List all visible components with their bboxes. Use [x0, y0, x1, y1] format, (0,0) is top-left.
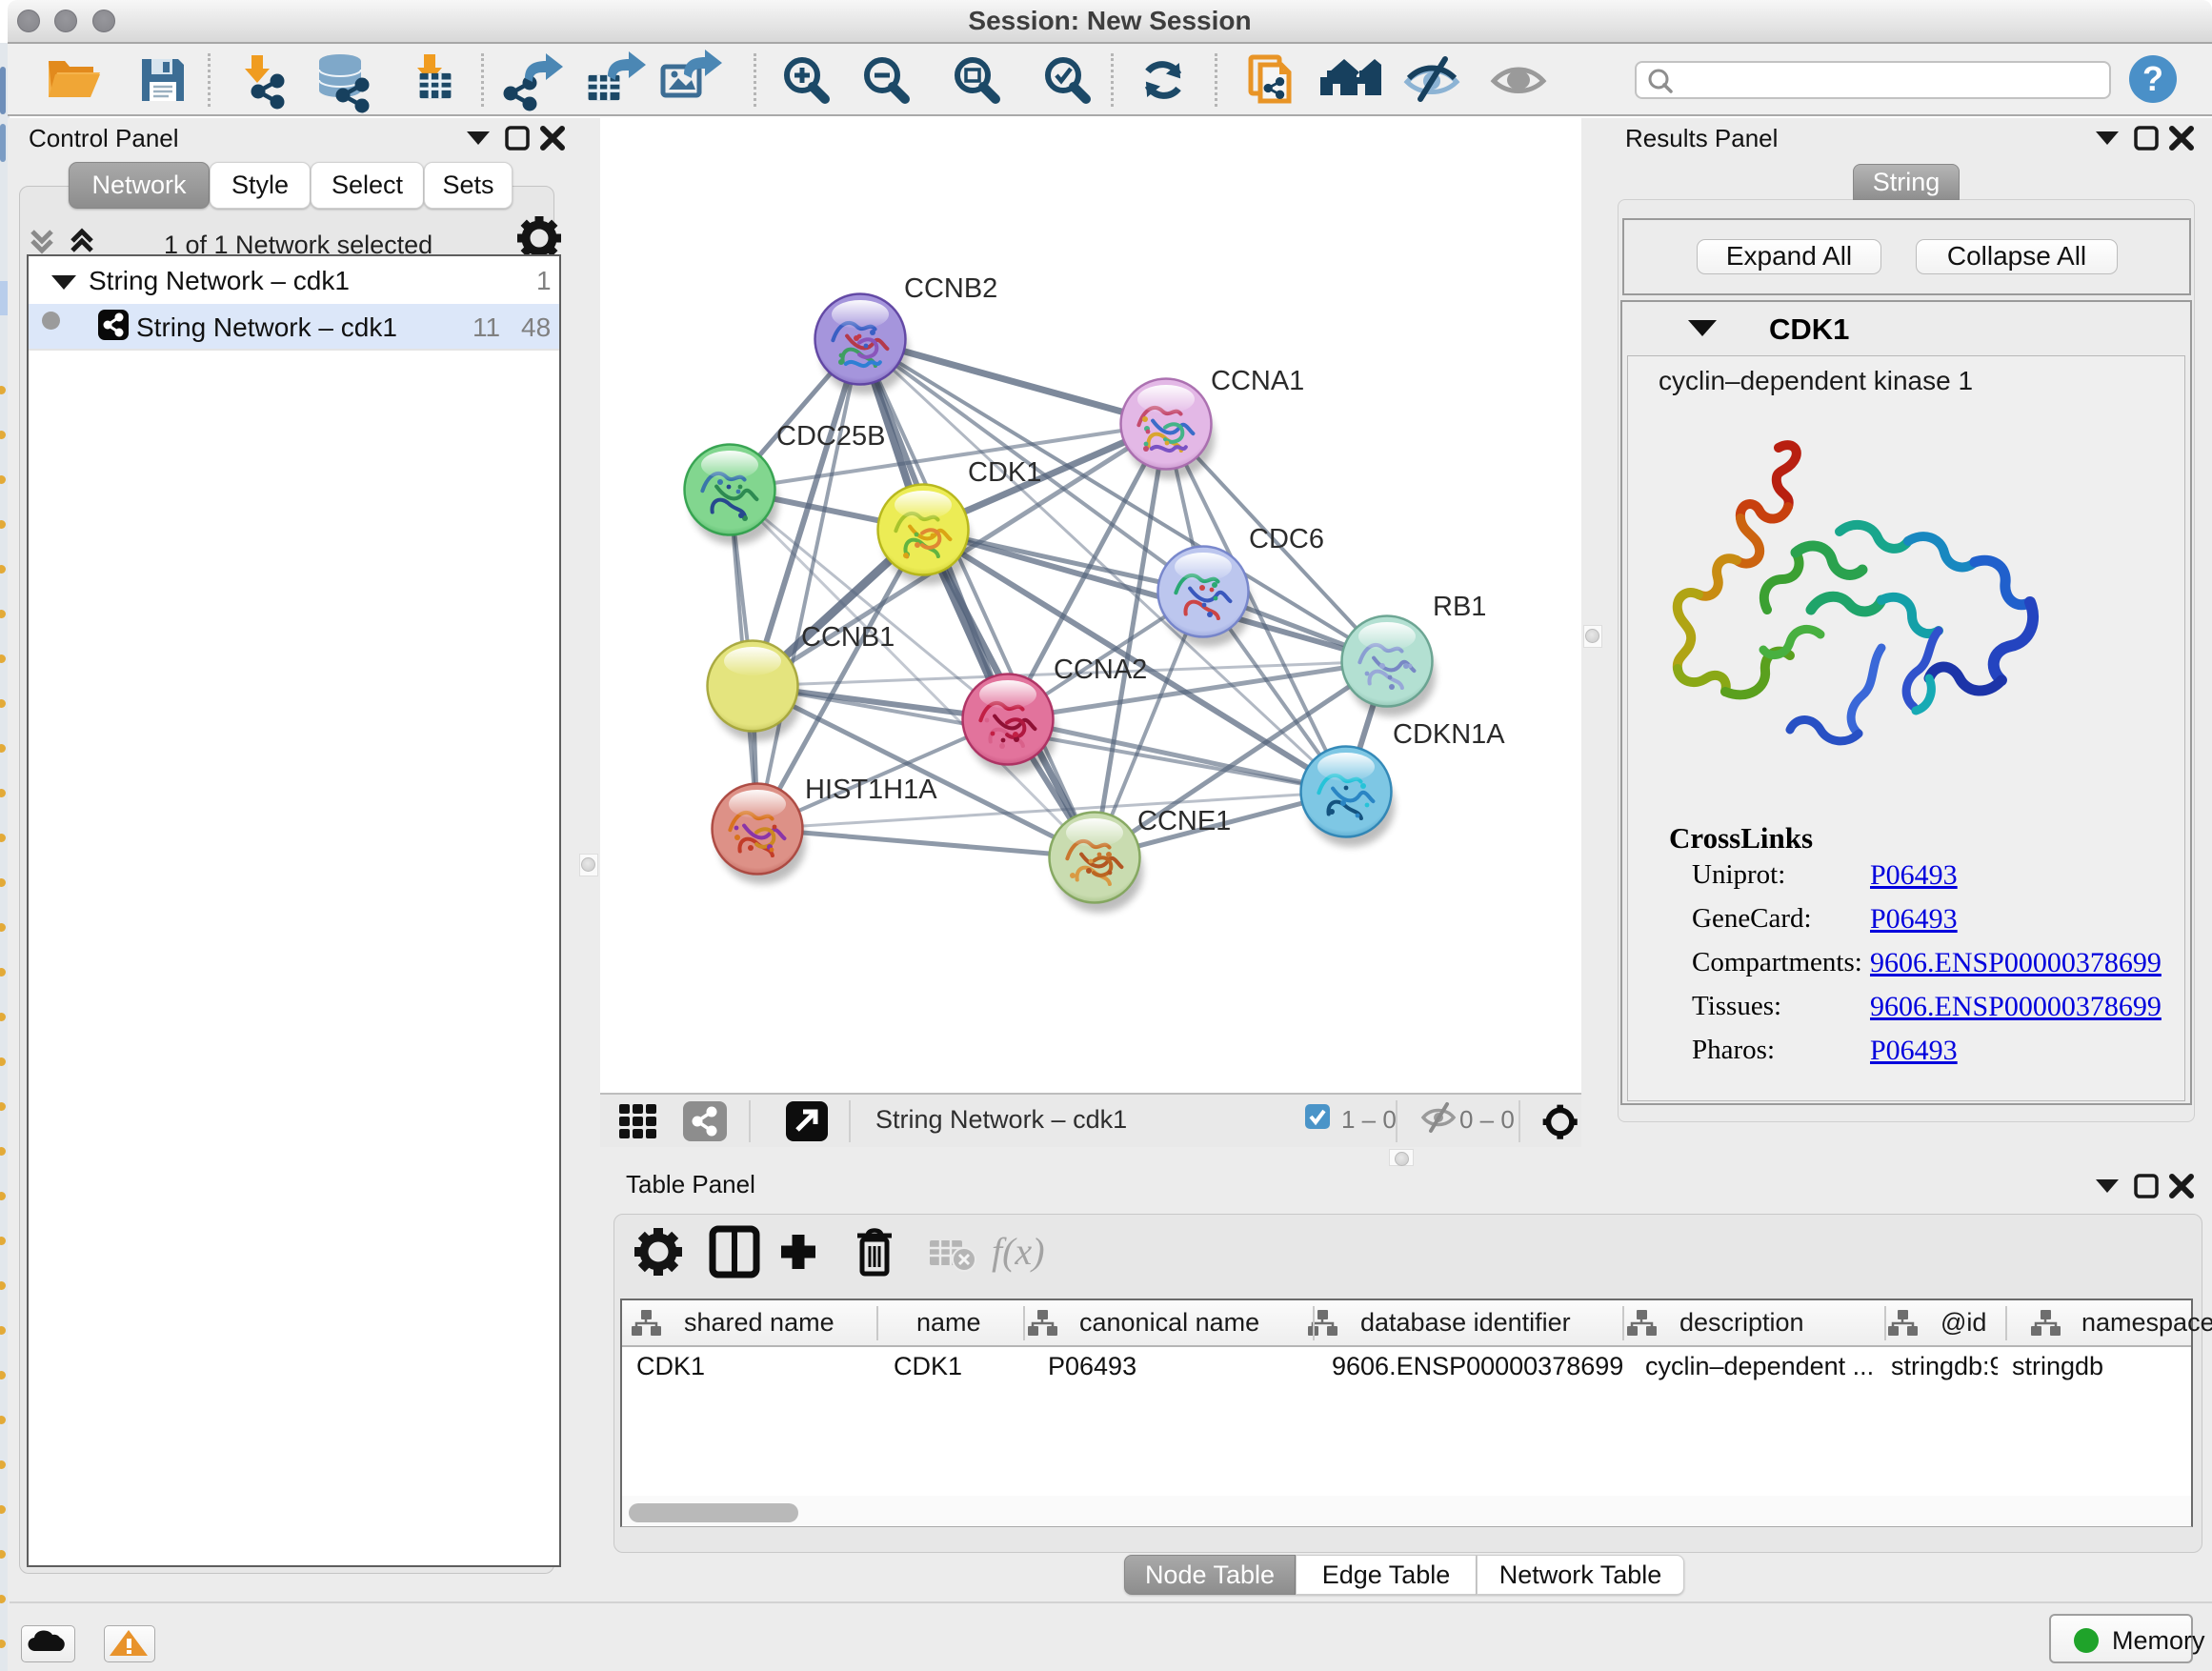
svg-text:CDC25B: CDC25B [776, 421, 885, 452]
svg-text:CCNB2: CCNB2 [904, 273, 997, 304]
svg-text:CCNA2: CCNA2 [1054, 654, 1147, 685]
svg-text:HIST1H1A: HIST1H1A [805, 775, 937, 805]
svg-text:RB1: RB1 [1433, 592, 1486, 622]
svg-text:CDKN1A: CDKN1A [1393, 719, 1505, 750]
svg-text:?: ? [2142, 59, 2163, 98]
svg-text:CCNE1: CCNE1 [1137, 806, 1231, 836]
svg-text:CDC6: CDC6 [1249, 524, 1324, 554]
svg-text:CDK1: CDK1 [968, 457, 1041, 488]
svg-text:CCNA1: CCNA1 [1211, 366, 1304, 396]
svg-text:CCNB1: CCNB1 [801, 622, 895, 653]
